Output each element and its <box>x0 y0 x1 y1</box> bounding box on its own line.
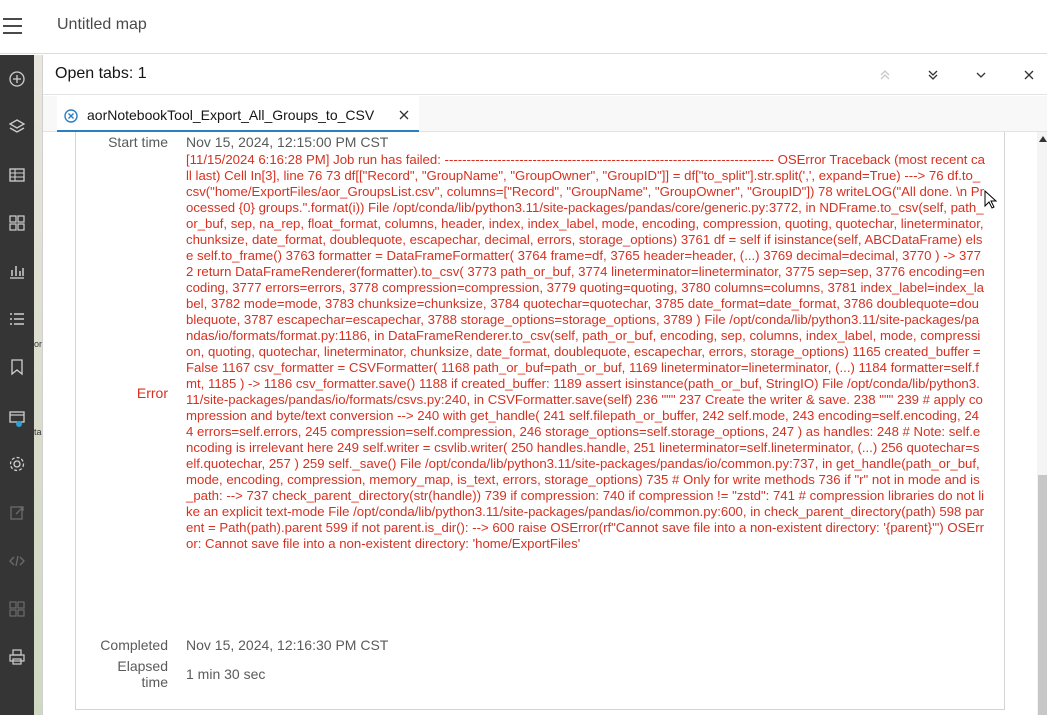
completed-label: Completed <box>100 637 168 653</box>
bookmark-icon[interactable] <box>0 350 34 384</box>
close-tab-icon[interactable] <box>398 109 410 121</box>
start-time-label: Start time <box>108 134 168 150</box>
code-icon[interactable] <box>0 544 34 578</box>
scrollbar-thumb[interactable] <box>1038 475 1047 715</box>
table-icon[interactable] <box>0 158 34 192</box>
charts-icon[interactable] <box>0 254 34 288</box>
elapsed-time-label-line1: Elapsed <box>117 658 168 674</box>
tab-strip: aorNotebookTool_Export_All_Groups_to_CSV <box>43 96 1047 132</box>
notification-dot <box>16 421 22 427</box>
list-icon[interactable] <box>0 302 34 336</box>
tab-job[interactable]: aorNotebookTool_Export_All_Groups_to_CSV <box>57 96 419 132</box>
error-message: [11/15/2024 6:16:28 PM] Job run has fail… <box>186 152 985 551</box>
open-tabs-label: Open tabs: 1 <box>55 65 147 82</box>
elapsed-time-value: 1 min 30 sec <box>186 666 266 682</box>
left-toolbar <box>0 55 34 715</box>
tab-label: aorNotebookTool_Export_All_Groups_to_CSV <box>87 107 375 123</box>
task-monitor-icon[interactable] <box>0 400 34 434</box>
panel-header: Open tabs: 1 <box>43 55 1047 95</box>
completed-value: Nov 15, 2024, 12:16:30 PM CST <box>186 637 389 653</box>
mouse-pointer-icon <box>984 190 998 209</box>
app-header: Untitled map <box>0 0 1047 54</box>
vertical-scrollbar[interactable] <box>1037 132 1047 715</box>
map-title: Untitled map <box>57 16 147 33</box>
settings-icon[interactable] <box>0 447 34 481</box>
scroll-up-arrow-icon[interactable] <box>1039 136 1047 142</box>
map-label-fragment: or <box>34 339 43 349</box>
elapsed-time-label-line2: time <box>141 674 168 690</box>
failed-status-icon <box>64 109 78 123</box>
task-panel: Open tabs: 1 aorNotebookTool_Export_All_… <box>42 55 1047 715</box>
export-icon[interactable] <box>0 496 34 530</box>
start-time-value: Nov 15, 2024, 12:15:00 PM CST <box>186 134 389 150</box>
chevron-down-icon[interactable] <box>972 66 990 84</box>
legend-icon[interactable] <box>0 206 34 240</box>
grid-icon[interactable] <box>0 592 34 626</box>
map-label-fragment: ta <box>34 427 42 437</box>
close-panel-icon[interactable] <box>1020 66 1038 84</box>
collapse-all-icon[interactable] <box>876 66 894 84</box>
expand-all-icon[interactable] <box>924 66 942 84</box>
layers-icon[interactable] <box>0 110 34 144</box>
add-layer-icon[interactable] <box>0 62 34 96</box>
menu-icon[interactable] <box>3 17 23 35</box>
job-details-card: Start time Nov 15, 2024, 12:15:00 PM CST… <box>75 132 1005 710</box>
error-label: Error <box>136 385 168 401</box>
print-icon[interactable] <box>0 640 34 674</box>
